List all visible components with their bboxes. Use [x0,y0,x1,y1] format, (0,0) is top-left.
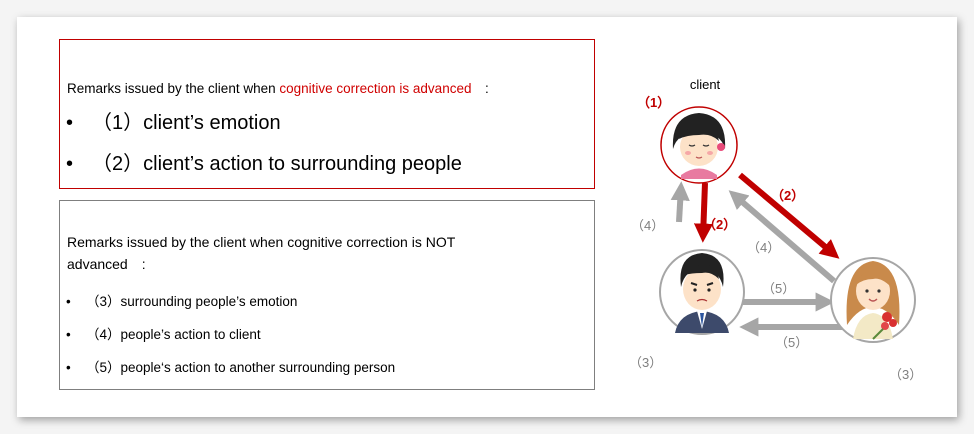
advanced-intro-prefix: Remarks issued by the client when [67,81,280,96]
bullet: • [66,294,71,309]
advanced-intro: Remarks issued by the client when cognit… [67,77,489,97]
bullet: • [66,360,71,375]
bullet: • [66,112,74,134]
list-item-text: （5）people‘s action to another surroundin… [86,360,396,375]
advanced-intro-highlight: cognitive correction is advanced [279,81,472,96]
list-item-text: （4）people’s action to client [86,327,261,342]
advanced-remarks-box: Remarks issued by the client when cognit… [59,39,595,189]
list-item-text: （1）client’s emotion [92,112,281,134]
label-5-bottom: （5） [775,335,808,350]
list-item: • （5）people‘s action to another surroundi… [66,356,395,376]
surrounding-person-man-node [659,249,745,335]
client-label: client [690,77,721,92]
slide: Remarks issued by the client when cognit… [17,17,957,417]
list-item: • （3）surrounding people’s emotion [66,290,297,310]
list-item-text: （2）client’s action to surrounding people [92,153,462,175]
not-advanced-remarks-box: Remarks issued by the client when cognit… [59,200,595,390]
list-item: • （4）people’s action to client [66,323,261,343]
label-5-top: （5） [762,281,795,296]
label-2-diagonal: （2） [771,188,804,203]
advanced-intro-suffix: : [471,81,489,96]
label-4-left: （4） [631,218,664,233]
client-node: client [660,77,738,184]
list-item: • （1）client’s emotion [66,106,281,135]
label-2-down: （2） [703,217,736,232]
label-3-woman: （3） [889,367,922,382]
label-4-diagonal: （4） [747,240,780,255]
label-1: （1） [637,95,670,110]
relationship-diagram: client （1） （2） （2） （4） （4） （5） （5） （3） （… [629,77,922,382]
list-item: • （2）client’s action to surrounding peopl… [66,147,462,176]
list-item-text: （3）surrounding people’s emotion [86,294,298,309]
surrounding-person-woman-node [830,257,916,343]
arrow-4-man-to-client [670,181,690,223]
bullet: • [66,153,74,175]
label-3-man: （3） [629,355,662,370]
bullet: • [66,327,71,342]
not-advanced-intro: Remarks issued by the client when cognit… [67,234,456,272]
